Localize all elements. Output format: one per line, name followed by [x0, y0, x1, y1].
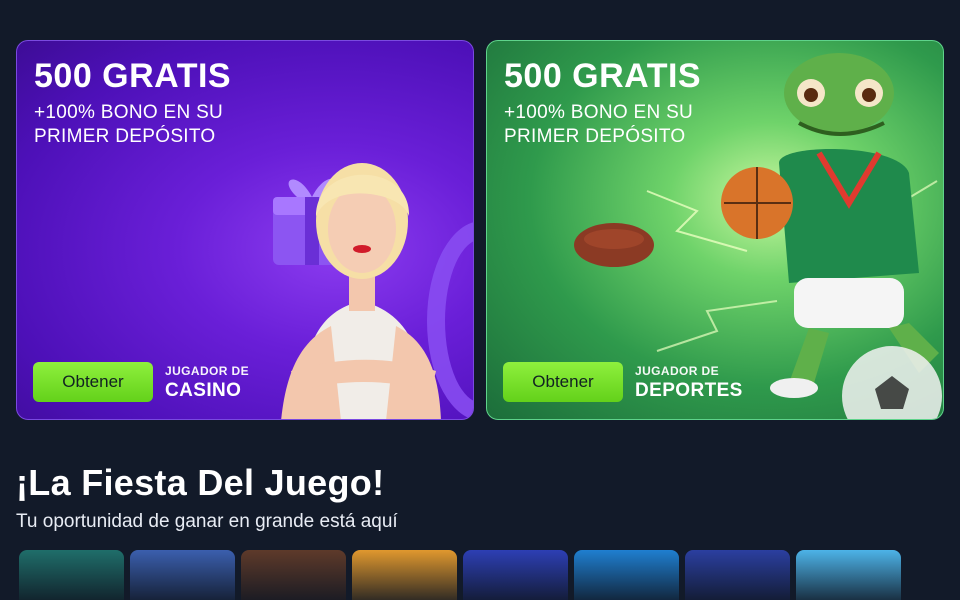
casino-hostess-image: [281, 163, 441, 419]
game-tile[interactable]: [460, 550, 571, 600]
game-tile[interactable]: [349, 550, 460, 600]
obtener-casino-button[interactable]: Obtener: [33, 362, 153, 402]
sea-queen-tile-icon: [130, 550, 235, 600]
promo-subtitle: +100% BONO EN SU PRIMER DEPÓSITO: [504, 102, 694, 147]
game-tile[interactable]: [682, 550, 793, 600]
obtener-sports-button[interactable]: Obtener: [503, 362, 623, 402]
promo-title: 500 GRATIS: [34, 57, 232, 95]
player-type-label: JUGADOR DE: [165, 364, 250, 378]
promo-subtitle: +100% BONO EN SU PRIMER DEPÓSITO: [34, 102, 224, 147]
sports-promo-card[interactable]: 500 GRATIS +100% BONO EN SU PRIMER DEPÓS…: [486, 40, 944, 420]
player-type-value: DEPORTES: [635, 380, 743, 401]
game-tile[interactable]: [16, 550, 127, 600]
games-carousel[interactable]: [16, 550, 944, 600]
section-title: ¡La Fiesta Del Juego!: [16, 462, 385, 503]
mermaid-tile-icon: [19, 550, 124, 600]
casino-promo-card[interactable]: 500 GRATIS +100% BONO EN SU PRIMER DEPÓS…: [16, 40, 474, 420]
section-subtitle: Tu oportunidad de ganar en grande está a…: [16, 511, 398, 532]
game-tile[interactable]: [238, 550, 349, 600]
player-type-casino: JUGADOR DE CASINO: [165, 364, 249, 402]
player-type-label: JUGADOR DE: [635, 364, 720, 378]
game-tile[interactable]: [127, 550, 238, 600]
warriors-tile-icon: [241, 550, 346, 600]
american-football-icon: [574, 223, 654, 267]
soccer-ball-icon: [842, 346, 942, 419]
fiesta-girl-tile-icon: [352, 550, 457, 600]
player-type-sports: JUGADOR DE DEPORTES: [635, 364, 743, 402]
game-tile[interactable]: [571, 550, 682, 600]
player-type-value: CASINO: [165, 380, 242, 401]
promo-title: 500 GRATIS: [504, 57, 702, 95]
zeus-tile-icon: [685, 550, 790, 600]
game-tile[interactable]: [793, 550, 904, 600]
pig-tile-icon: [796, 550, 901, 600]
astronaut-tile-icon: [463, 550, 568, 600]
dragons-tile-icon: [574, 550, 679, 600]
